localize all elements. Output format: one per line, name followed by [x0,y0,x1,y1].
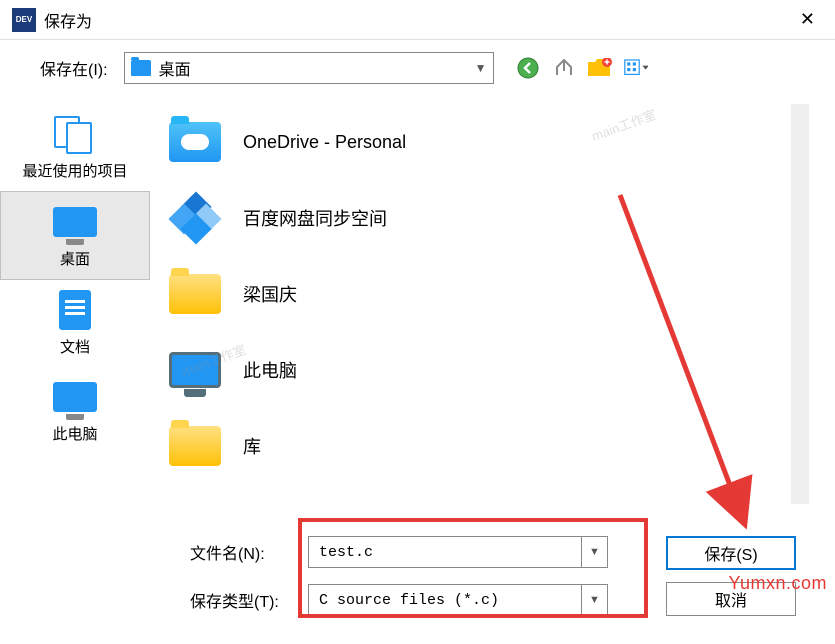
filename-row: 文件名(N): ▼ [190,536,608,568]
view-menu-icon[interactable] [624,56,648,80]
file-row[interactable]: 梁国庆 [151,256,835,332]
file-name: 百度网盘同步空间 [243,205,387,231]
desktop-icon [53,207,97,237]
sidebar-item-label: 最近使用的项目 [22,160,127,181]
sidebar-item-label: 桌面 [60,248,90,269]
sidebar-item-thispc[interactable]: 此电脑 [0,367,150,454]
chevron-down-icon[interactable]: ▼ [581,537,607,567]
document-icon [59,290,91,330]
location-bar: 保存在(I): 桌面 ▼ [0,40,835,96]
cancel-button[interactable]: 取消 [666,582,796,616]
recent-icon [54,116,96,152]
filename-input[interactable] [309,544,581,561]
sidebar-item-desktop[interactable]: 桌面 [0,191,150,280]
filetype-row: 保存类型(T): C source files (*.c) ▼ [190,584,608,616]
app-icon: DEV [12,8,36,32]
new-folder-icon[interactable] [588,56,612,80]
file-name: OneDrive - Personal [243,132,406,153]
onedrive-folder-icon [169,122,221,162]
filetype-label: 保存类型(T): [190,588,290,612]
computer-icon [53,382,97,412]
window-title: 保存为 [44,8,792,32]
computer-icon [169,352,221,388]
bottom-panel: 文件名(N): ▼ 保存类型(T): C source files (*.c) … [0,526,835,636]
save-button[interactable]: 保存(S) [666,536,796,570]
folder-icon [169,274,221,314]
sidebar-item-documents[interactable]: 文档 [0,280,150,367]
close-button[interactable]: ✕ [792,5,823,34]
file-name: 梁国庆 [243,281,297,307]
fields: 文件名(N): ▼ 保存类型(T): C source files (*.c) … [190,536,608,616]
file-row[interactable]: OneDrive - Personal [151,104,835,180]
folder-icon [131,60,151,76]
filetype-combo[interactable]: C source files (*.c) ▼ [308,584,608,616]
toolbar-icons [516,56,648,80]
file-name: 库 [243,433,261,459]
body-area: 最近使用的项目 桌面 文档 此电脑 OneDrive - Personal 百度… [0,96,835,526]
up-icon[interactable] [552,56,576,80]
titlebar: DEV 保存为 ✕ [0,0,835,40]
location-dropdown[interactable]: 桌面 ▼ [124,52,494,84]
save-in-label: 保存在(I): [40,56,108,80]
file-name: 此电脑 [243,357,297,383]
location-value: 桌面 [159,56,475,80]
chevron-down-icon[interactable]: ▼ [581,585,607,615]
sidebar-item-recent[interactable]: 最近使用的项目 [0,104,150,191]
filetype-value: C source files (*.c) [309,592,581,609]
filename-label: 文件名(N): [190,540,290,564]
filename-combo[interactable]: ▼ [308,536,608,568]
baidu-icon [173,196,217,240]
libraries-icon [169,426,221,466]
action-buttons: 保存(S) 取消 [666,536,796,616]
chevron-down-icon: ▼ [475,61,487,75]
file-list: OneDrive - Personal 百度网盘同步空间 梁国庆 此电脑 库 [150,96,835,526]
scrollbar[interactable] [791,104,809,504]
file-row[interactable]: 此电脑 [151,332,835,408]
sidebar-item-label: 文档 [60,336,90,357]
file-row[interactable]: 百度网盘同步空间 [151,180,835,256]
back-icon[interactable] [516,56,540,80]
places-sidebar: 最近使用的项目 桌面 文档 此电脑 [0,96,150,526]
file-row[interactable]: 库 [151,408,835,484]
sidebar-item-label: 此电脑 [52,423,97,444]
